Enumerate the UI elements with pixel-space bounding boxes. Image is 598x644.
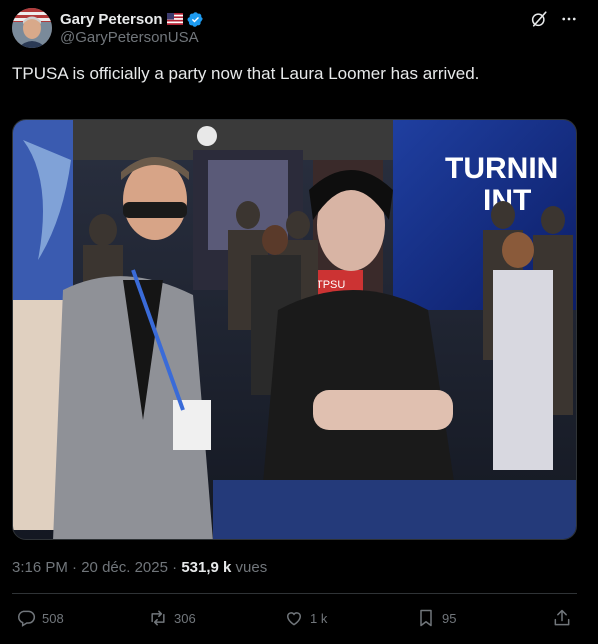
repost-button[interactable]: 306 xyxy=(148,600,196,636)
post-time[interactable]: 3:16 PM xyxy=(12,559,68,576)
author-handle[interactable]: @GaryPetersonUSA xyxy=(60,29,199,46)
author-avatar[interactable] xyxy=(12,8,52,48)
meta-separator: · xyxy=(67,559,82,576)
views-count: 531,9 k xyxy=(181,559,232,576)
repost-count: 306 xyxy=(174,610,196,626)
post-photo[interactable]: TPSU TURNIN INT xyxy=(12,119,577,540)
verified-badge-icon xyxy=(187,11,203,27)
photo-image: TPSU TURNIN INT xyxy=(13,120,576,539)
like-button[interactable]: 1 k xyxy=(284,600,327,636)
bookmark-icon xyxy=(420,609,432,627)
divider xyxy=(12,593,577,594)
sign-text-turning: TURNIN xyxy=(445,152,558,185)
author-name[interactable]: Gary Peterson xyxy=(60,11,163,28)
tweet: Gary Peterson @GaryPetersonUSA TPUSA is … xyxy=(0,0,598,644)
views-label: vues xyxy=(231,559,268,576)
meta-separator: · xyxy=(167,559,182,576)
post-meta: 3:16 PM · 20 déc. 2025 · 531,9 k vues xyxy=(12,559,267,576)
us-flag-icon xyxy=(166,13,183,25)
reply-button[interactable]: 508 xyxy=(16,600,64,636)
like-count: 1 k xyxy=(310,610,328,626)
post-text: TPUSA is officially a party now that Lau… xyxy=(12,64,480,83)
action-bar: 508 306 1 k 95 xyxy=(12,600,577,636)
share-button[interactable] xyxy=(552,600,572,636)
heart-icon xyxy=(286,612,302,626)
repost-icon xyxy=(151,610,165,626)
post-date[interactable]: 20 déc. 2025 xyxy=(81,559,168,576)
avatar-image xyxy=(12,8,52,48)
share-icon xyxy=(554,609,570,626)
booth-sign-text: TPSU xyxy=(316,279,345,291)
reply-icon xyxy=(18,610,36,627)
bookmark-button[interactable]: 95 xyxy=(416,600,456,636)
author-name-row: Gary Peterson xyxy=(60,9,204,29)
reply-count: 508 xyxy=(42,610,64,626)
bookmark-count: 95 xyxy=(442,610,457,626)
more-options-icon[interactable] xyxy=(559,10,579,28)
grok-icon[interactable] xyxy=(530,10,548,28)
